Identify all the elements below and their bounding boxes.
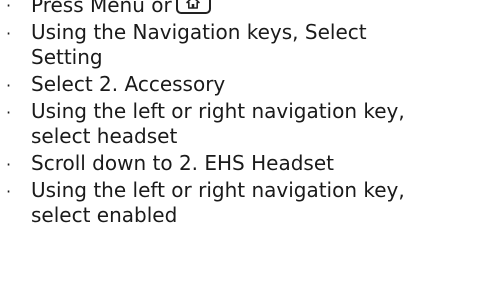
step-text-line: Using the left or right navigation key, bbox=[31, 99, 405, 123]
step-select-accessory: · Select 2. Accessory bbox=[0, 72, 485, 97]
step-text-line: Scroll down to 2. EHS Headset bbox=[31, 151, 334, 175]
step-scroll-ehs-headset: · Scroll down to 2. EHS Headset bbox=[0, 151, 485, 176]
home-key-icon bbox=[175, 0, 211, 14]
instruction-list: · Press Menu or · Using the Navigation k… bbox=[0, 0, 485, 230]
step-text-line: Select 2. Accessory bbox=[31, 72, 226, 96]
step-text: Press Menu or bbox=[31, 0, 485, 18]
step-text-line: Setting bbox=[31, 45, 103, 69]
step-select-headset: · Using the left or right navigation key… bbox=[0, 99, 485, 149]
step-press-menu: · Press Menu or bbox=[0, 0, 485, 18]
bullet: · bbox=[6, 182, 12, 201]
step-text-line: Press Menu or bbox=[31, 0, 172, 17]
step-text-line: select enabled bbox=[31, 203, 178, 227]
step-text-line: Using the left or right navigation key, bbox=[31, 178, 405, 202]
bullet: · bbox=[6, 103, 12, 122]
step-navigation-setting: · Using the Navigation keys, Select Sett… bbox=[0, 20, 485, 70]
bullet: · bbox=[6, 76, 12, 95]
step-text-line: select headset bbox=[31, 124, 178, 148]
bullet: · bbox=[6, 155, 12, 174]
step-text-line: Using the Navigation keys, Select bbox=[31, 20, 367, 44]
bullet: · bbox=[6, 0, 12, 15]
step-select-enabled: · Using the left or right navigation key… bbox=[0, 178, 485, 228]
home-icon bbox=[185, 0, 200, 9]
bullet: · bbox=[6, 24, 12, 43]
